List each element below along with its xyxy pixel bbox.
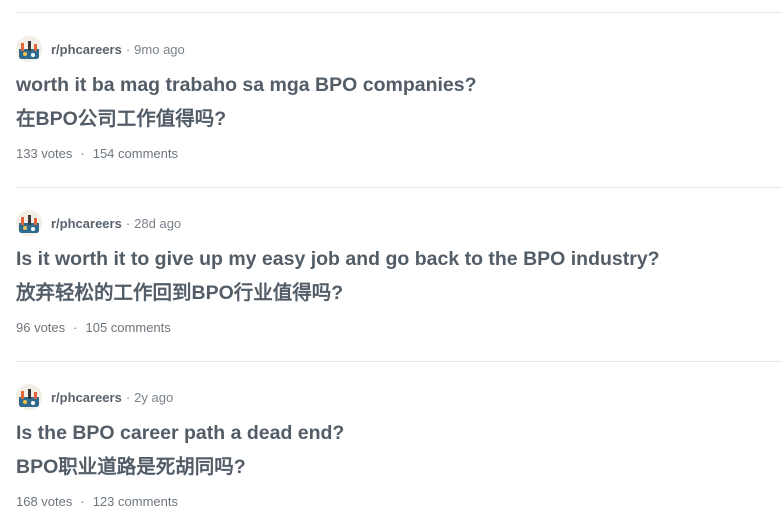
comment-count[interactable]: 105 comments <box>86 320 171 335</box>
stats-separator: · <box>80 146 85 161</box>
post-age: 9mo ago <box>134 41 185 57</box>
subreddit-avatar-icon[interactable] <box>16 36 42 62</box>
post-stats: 96 votes · 105 comments <box>16 320 782 335</box>
meta-separator: · <box>125 215 131 231</box>
divider <box>16 12 782 13</box>
post-age: 2y ago <box>134 389 174 405</box>
subreddit-avatar-icon[interactable] <box>16 210 42 236</box>
subreddit-name[interactable]: r/phcareers <box>51 390 122 405</box>
vote-count: 168 votes <box>16 494 73 509</box>
search-results-feed: r/phcareers · 9mo ago worth it ba mag tr… <box>0 0 782 530</box>
post-title-translation: BPO职业道路是死胡同吗? <box>16 456 246 478</box>
post-age: 28d ago <box>134 215 182 231</box>
post-title-translation: 放弃轻松的工作回到BPO行业值得吗? <box>16 282 344 304</box>
subreddit-avatar-icon[interactable] <box>16 384 42 410</box>
post-title-translation: 在BPO公司工作值得吗? <box>16 108 227 130</box>
comment-count[interactable]: 154 comments <box>93 146 178 161</box>
comment-count[interactable]: 123 comments <box>93 494 178 509</box>
subreddit-name[interactable]: r/phcareers <box>51 216 122 231</box>
post-card[interactable]: r/phcareers · 2y ago Is the BPO career p… <box>16 384 782 509</box>
vote-count: 96 votes <box>16 320 66 335</box>
vote-count: 133 votes <box>16 146 73 161</box>
divider <box>16 361 782 362</box>
post-stats: 168 votes · 123 comments <box>16 494 782 509</box>
meta-separator: · <box>125 389 131 405</box>
subreddit-name[interactable]: r/phcareers <box>51 42 122 57</box>
post-title[interactable]: Is it worth it to give up my easy job an… <box>16 246 782 272</box>
post-meta: r/phcareers · 28d ago <box>16 210 782 236</box>
post-card[interactable]: r/phcareers · 28d ago Is it worth it to … <box>16 210 782 335</box>
post-title[interactable]: Is the BPO career path a dead end? <box>16 420 782 446</box>
post-meta: r/phcareers · 2y ago <box>16 384 782 410</box>
post-meta: r/phcareers · 9mo ago <box>16 36 782 62</box>
divider <box>16 187 782 188</box>
post-title[interactable]: worth it ba mag trabaho sa mga BPO compa… <box>16 72 782 98</box>
meta-separator: · <box>125 41 131 57</box>
stats-separator: · <box>80 494 85 509</box>
stats-separator: · <box>73 320 78 335</box>
post-card[interactable]: r/phcareers · 9mo ago worth it ba mag tr… <box>16 36 782 161</box>
post-stats: 133 votes · 154 comments <box>16 146 782 161</box>
